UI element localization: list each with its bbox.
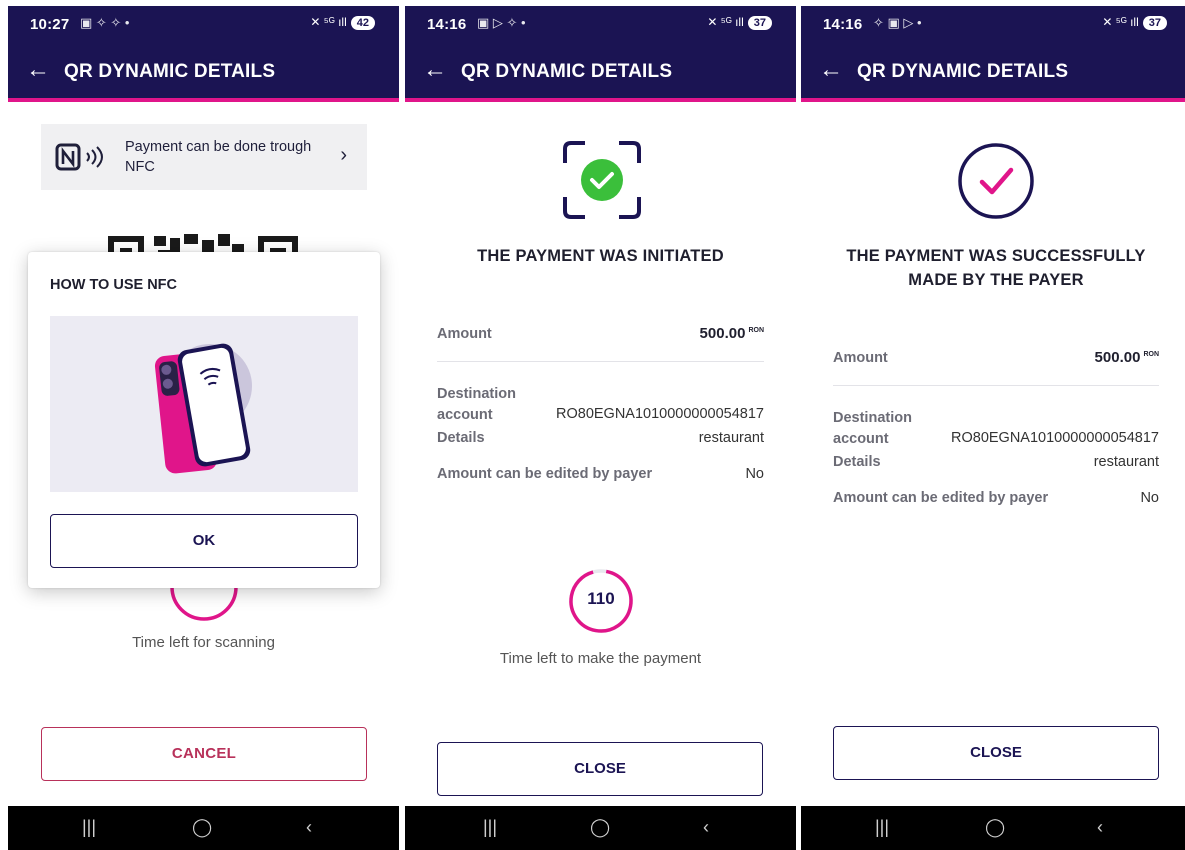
battery-icon: 37 [747,16,772,30]
page-title: QR DYNAMIC DETAILS [461,61,673,82]
close-button[interactable]: CLOSE [833,726,1159,780]
editable-label: Amount can be edited by payer [833,490,1049,506]
destination-label-line1: Destination [437,386,516,402]
signal-icons: ✕ ⁵ᴳ ıll 37 [1102,15,1167,30]
amount-label: Amount [437,326,492,342]
details-row: Details restaurant [833,448,1159,484]
back-arrow-icon[interactable]: ← [423,56,447,84]
system-nav-bar: ||| ◯ ‹ [8,806,399,850]
nfc-banner-text: Payment can be done trough NFC [125,139,312,175]
destination-label-line1: Destination [833,410,912,426]
editable-row: Amount can be edited by payer No [833,484,1159,520]
details-label: Details [833,454,881,470]
scan-timer-caption: Time left for scanning [132,634,275,651]
destination-value: RO80EGNA1010000000054817 [556,406,764,422]
editable-value: No [745,466,764,482]
app-bar: ← QR DYNAMIC DETAILS [801,42,1185,102]
destination-label: Destination account [437,384,516,426]
destination-row: Destination account RO80EGNA1010000000054… [437,362,764,424]
back-arrow-icon[interactable]: ← [819,56,843,84]
status-bar: 10:27 ▣ ✧ ✧ • ✕ ⁵ᴳ ıll 42 [8,6,399,42]
scan-success-icon [563,141,641,219]
destination-label-line2: account [833,431,889,447]
check-circle-icon [958,143,1034,219]
currency: RON [748,327,764,334]
status-time: 14:16 [823,16,863,33]
recents-icon[interactable]: ||| [483,817,497,838]
page-title: QR DYNAMIC DETAILS [64,61,276,82]
status-bar: 14:16 ✧ ▣ ▷ • ✕ ⁵ᴳ ıll 37 [801,6,1185,42]
cancel-button[interactable]: CANCEL [41,727,367,781]
notification-icons: ▣ ▷ ✧ • [477,15,526,30]
app-bar: ← QR DYNAMIC DETAILS [405,42,796,102]
home-icon[interactable]: ◯ [192,817,212,838]
destination-row: Destination account RO80EGNA1010000000054… [833,386,1159,448]
signal-icons: ✕ ⁵ᴳ ıll 37 [707,15,772,30]
screen-payment-success: 14:16 ✧ ▣ ▷ • ✕ ⁵ᴳ ıll 37 ← QR DYNAMIC DE… [801,6,1185,850]
back-arrow-icon[interactable]: ← [26,56,50,84]
back-nav-icon[interactable]: ‹ [703,817,709,838]
payment-details: Amount 500.00 RON Destination account RO80… [833,346,1159,520]
amount-value: 500.00 [1094,349,1141,366]
system-nav-bar: ||| ◯ ‹ [405,806,796,850]
editable-value: No [1140,490,1159,506]
back-nav-icon[interactable]: ‹ [1097,817,1103,838]
editable-label: Amount can be edited by payer [437,466,653,482]
destination-label: Destination account [833,408,912,450]
nfc-icon [55,143,103,171]
status-time: 10:27 [30,16,70,33]
battery-icon: 37 [1142,16,1167,30]
amount-row: Amount 500.00 RON [833,346,1159,386]
amount-value: 500.00 [699,325,746,342]
currency: RON [1143,351,1159,358]
screen-nfc-dialog: 10:27 ▣ ✧ ✧ • ✕ ⁵ᴳ ıll 42 ← QR DYNAMIC DE… [8,6,399,850]
details-value: restaurant [698,430,764,446]
payment-status-title: THE PAYMENT WAS SUCCESSFULLY MADE BY THE… [821,244,1171,292]
back-nav-icon[interactable]: ‹ [306,817,312,838]
chevron-right-icon: › [340,144,347,166]
system-nav-bar: ||| ◯ ‹ [801,806,1185,850]
home-icon[interactable]: ◯ [985,817,1005,838]
status-bar: 14:16 ▣ ▷ ✧ • ✕ ⁵ᴳ ıll 37 [405,6,796,42]
amount-label: Amount [833,350,888,366]
status-time: 14:16 [427,16,467,33]
signal-icons: ✕ ⁵ᴳ ıll 42 [310,15,375,30]
notification-icons: ▣ ✧ ✧ • [80,15,130,30]
nfc-help-dialog: HOW TO USE NFC OK [28,252,380,588]
app-bar: ← QR DYNAMIC DETAILS [8,42,399,102]
payment-timer: 110 [567,567,635,635]
notification-icons: ✧ ▣ ▷ • [873,15,922,30]
dialog-title: HOW TO USE NFC [50,277,178,293]
screen-payment-initiated: 14:16 ▣ ▷ ✧ • ✕ ⁵ᴳ ıll 37 ← QR DYNAMIC DE… [405,6,796,850]
payment-timer-caption: Time left to make the payment [499,650,702,667]
recents-icon[interactable]: ||| [82,817,96,838]
destination-label-line2: account [437,407,493,423]
details-row: Details restaurant [437,424,764,460]
destination-value: RO80EGNA1010000000054817 [951,430,1159,446]
page-title: QR DYNAMIC DETAILS [857,61,1069,82]
payment-status-title: THE PAYMENT WAS INITIATED [477,247,724,265]
home-icon[interactable]: ◯ [590,817,610,838]
timer-value: 110 [587,589,615,608]
battery-icon: 42 [350,16,375,30]
phone-nfc-illustration [50,316,358,492]
phone-nfc-svg [154,343,252,474]
status-title-line1: THE PAYMENT WAS SUCCESSFULLY [846,247,1146,265]
recents-icon[interactable]: ||| [875,817,889,838]
nfc-banner[interactable]: Payment can be done trough NFC › [41,124,367,190]
close-button[interactable]: CLOSE [437,742,763,796]
amount-value-wrap: 500.00 RON [700,325,764,342]
amount-value-wrap: 500.00 RON [1095,349,1159,366]
payment-details: Amount 500.00 RON Destination account RO80… [437,322,764,496]
status-title-line2: MADE BY THE PAYER [908,271,1084,289]
ok-button[interactable]: OK [50,514,358,568]
details-value: restaurant [1093,454,1159,470]
editable-row: Amount can be edited by payer No [437,460,764,496]
amount-row: Amount 500.00 RON [437,322,764,362]
details-label: Details [437,430,485,446]
